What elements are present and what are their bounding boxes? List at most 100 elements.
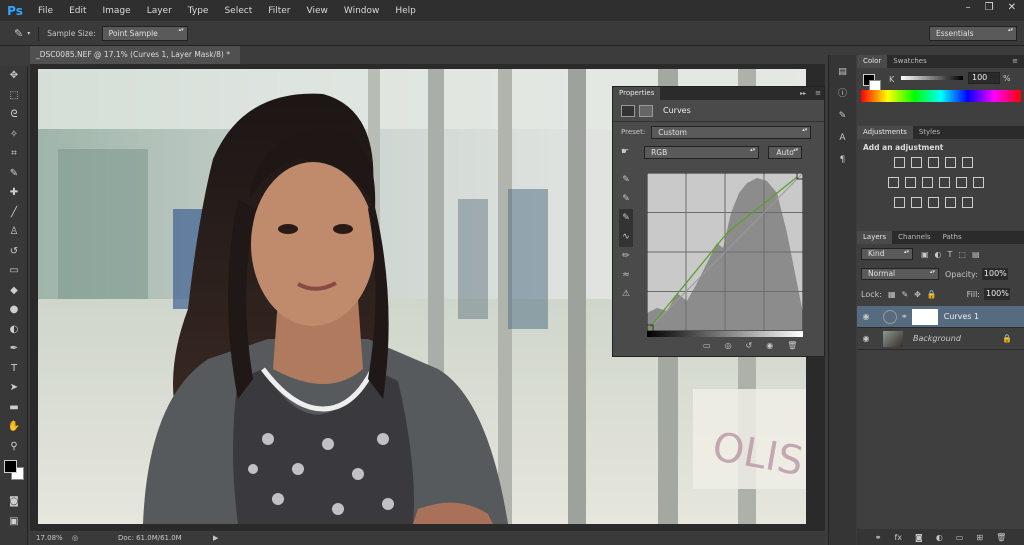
curves-graph[interactable] bbox=[646, 172, 804, 332]
zoom-level[interactable]: 17.08% bbox=[36, 532, 63, 545]
menu-view[interactable]: View bbox=[299, 6, 336, 16]
color-spectrum[interactable] bbox=[861, 90, 1021, 102]
tool-preset-arrow-icon[interactable]: ▾ bbox=[27, 30, 30, 37]
fill-field[interactable]: 100% bbox=[984, 288, 1010, 300]
clipping-warning-icon[interactable]: ⚠ bbox=[619, 285, 633, 304]
screen-mode-icon[interactable]: ▣ bbox=[0, 512, 28, 532]
k-value-field[interactable]: 100 bbox=[968, 72, 1000, 84]
layer-name[interactable]: Curves 1 bbox=[944, 312, 979, 321]
selective-color-icon[interactable] bbox=[962, 197, 973, 208]
tab-channels[interactable]: Channels bbox=[892, 231, 936, 244]
restore-icon[interactable]: ❐ bbox=[985, 2, 994, 13]
layer-mask-thumbnail[interactable] bbox=[911, 308, 938, 325]
preset-dropdown[interactable]: Custom bbox=[651, 125, 812, 139]
delete-icon[interactable]: 🗑 bbox=[787, 341, 797, 350]
marquee-tool-icon[interactable]: ⬚ bbox=[0, 86, 28, 106]
delete-layer-icon[interactable]: 🗑 bbox=[996, 533, 1006, 542]
black-white-icon[interactable] bbox=[922, 177, 933, 188]
history-icon[interactable]: ▤ bbox=[829, 61, 856, 83]
channel-mixer-icon[interactable] bbox=[956, 177, 967, 188]
color-lookup-icon[interactable] bbox=[973, 177, 984, 188]
blur-tool-icon[interactable]: ● bbox=[0, 300, 28, 320]
menu-filter[interactable]: Filter bbox=[260, 6, 298, 16]
panel-menu-icon[interactable]: ≡ bbox=[1006, 55, 1024, 68]
k-slider[interactable] bbox=[901, 76, 963, 80]
workspace-dropdown[interactable]: Essentials bbox=[929, 26, 1017, 41]
minimize-icon[interactable]: – bbox=[966, 2, 971, 13]
new-adjustment-icon[interactable]: ◐ bbox=[936, 533, 943, 542]
lock-icons[interactable]: ▦✎✥🔒 bbox=[888, 290, 943, 299]
hue-sat-icon[interactable] bbox=[888, 177, 899, 188]
sample-size-dropdown[interactable]: Point Sample bbox=[101, 26, 188, 41]
tab-color[interactable]: Color bbox=[857, 55, 888, 68]
character-icon[interactable]: A bbox=[829, 127, 856, 149]
exposure-icon[interactable] bbox=[945, 157, 956, 168]
zoom-tool-icon[interactable]: ⚲ bbox=[0, 437, 28, 457]
layer-row[interactable]: ◉ Background 🔒 bbox=[857, 328, 1024, 350]
link-layers-icon[interactable]: ⚭ bbox=[875, 533, 882, 542]
quick-select-tool-icon[interactable]: ✧ bbox=[0, 125, 28, 145]
vibrance-icon[interactable] bbox=[962, 157, 973, 168]
stamp-tool-icon[interactable]: ♙ bbox=[0, 222, 28, 242]
brush-presets-icon[interactable]: ✎ bbox=[829, 105, 856, 127]
dodge-tool-icon[interactable]: ◐ bbox=[0, 320, 28, 340]
tab-swatches[interactable]: Swatches bbox=[887, 55, 932, 68]
tab-paths[interactable]: Paths bbox=[937, 231, 968, 244]
pen-tool-icon[interactable]: ✒ bbox=[0, 339, 28, 359]
paragraph-icon[interactable]: ¶ bbox=[829, 149, 856, 171]
tab-styles[interactable]: Styles bbox=[913, 126, 946, 139]
menu-layer[interactable]: Layer bbox=[139, 6, 180, 16]
threshold-icon[interactable] bbox=[928, 197, 939, 208]
new-layer-icon[interactable]: ⊞ bbox=[976, 533, 983, 542]
posterize-icon[interactable] bbox=[911, 197, 922, 208]
menu-help[interactable]: Help bbox=[387, 6, 424, 16]
healing-tool-icon[interactable]: ✚ bbox=[0, 183, 28, 203]
layer-filter-kind[interactable]: Kind bbox=[861, 248, 913, 260]
filter-icons[interactable]: ▣◐T⬚▤ bbox=[921, 250, 986, 259]
new-group-icon[interactable]: ▭ bbox=[956, 533, 964, 542]
collapse-icon[interactable]: ▸▸ bbox=[794, 87, 812, 100]
auto-button[interactable]: Auto bbox=[768, 145, 803, 159]
view-previous-icon[interactable]: ◎ bbox=[725, 341, 732, 350]
smooth-curve-icon[interactable]: ≈ bbox=[619, 266, 633, 285]
curve-point-tool-icon[interactable]: ∿ bbox=[619, 228, 633, 247]
target-adjust-icon[interactable]: ☛ bbox=[621, 147, 629, 157]
levels-icon[interactable] bbox=[911, 157, 922, 168]
eyedropper-tool-icon[interactable]: ✎ bbox=[14, 27, 23, 40]
reset-icon[interactable]: ↺ bbox=[746, 341, 753, 350]
menu-window[interactable]: Window bbox=[336, 6, 388, 16]
brush-tool-icon[interactable]: ╱ bbox=[0, 203, 28, 223]
menu-type[interactable]: Type bbox=[180, 6, 217, 16]
status-menu-arrow-icon[interactable]: ▶ bbox=[213, 532, 218, 545]
eye-icon[interactable]: ◉ bbox=[857, 334, 875, 343]
eraser-tool-icon[interactable]: ▭ bbox=[0, 261, 28, 281]
curves-icon[interactable] bbox=[928, 157, 939, 168]
eyedropper-tool-icon[interactable]: ✎ bbox=[0, 164, 28, 184]
invert-icon[interactable] bbox=[894, 197, 905, 208]
pencil-tool-icon[interactable]: ✏ bbox=[619, 247, 633, 266]
blend-mode-dropdown[interactable]: Normal bbox=[861, 268, 939, 280]
brightness-icon[interactable] bbox=[894, 157, 905, 168]
menu-edit[interactable]: Edit bbox=[61, 6, 94, 16]
gray-point-eyedropper-icon[interactable]: ✎ bbox=[619, 190, 633, 209]
menu-file[interactable]: File bbox=[30, 6, 61, 16]
status-options-icon[interactable]: ◎ bbox=[72, 532, 78, 545]
info-icon[interactable]: ⓘ bbox=[829, 83, 856, 105]
shape-tool-icon[interactable]: ▬ bbox=[0, 398, 28, 418]
tab-adjustments[interactable]: Adjustments bbox=[857, 126, 913, 139]
add-mask-icon[interactable]: ◙ bbox=[915, 533, 923, 542]
hand-tool-icon[interactable]: ✋ bbox=[0, 417, 28, 437]
menu-select[interactable]: Select bbox=[216, 6, 260, 16]
white-point-eyedropper-icon[interactable]: ✎ bbox=[619, 209, 633, 228]
quick-mask-icon[interactable]: ◙ bbox=[0, 492, 28, 512]
color-balance-icon[interactable] bbox=[905, 177, 916, 188]
lasso-tool-icon[interactable]: ᘓ bbox=[0, 105, 28, 125]
layer-name[interactable]: Background bbox=[913, 334, 961, 343]
photo-filter-icon[interactable] bbox=[939, 177, 950, 188]
foreground-color-swatch[interactable] bbox=[4, 460, 17, 473]
chain-icon[interactable]: ⚭ bbox=[901, 312, 908, 321]
document-tab[interactable]: _DSC0085.NEF @ 17.1% (Curves 1, Layer Ma… bbox=[30, 46, 240, 64]
panel-menu-icon[interactable]: ≡ bbox=[812, 87, 824, 100]
tab-layers[interactable]: Layers bbox=[857, 231, 893, 244]
path-select-icon[interactable]: ➤ bbox=[0, 378, 28, 398]
